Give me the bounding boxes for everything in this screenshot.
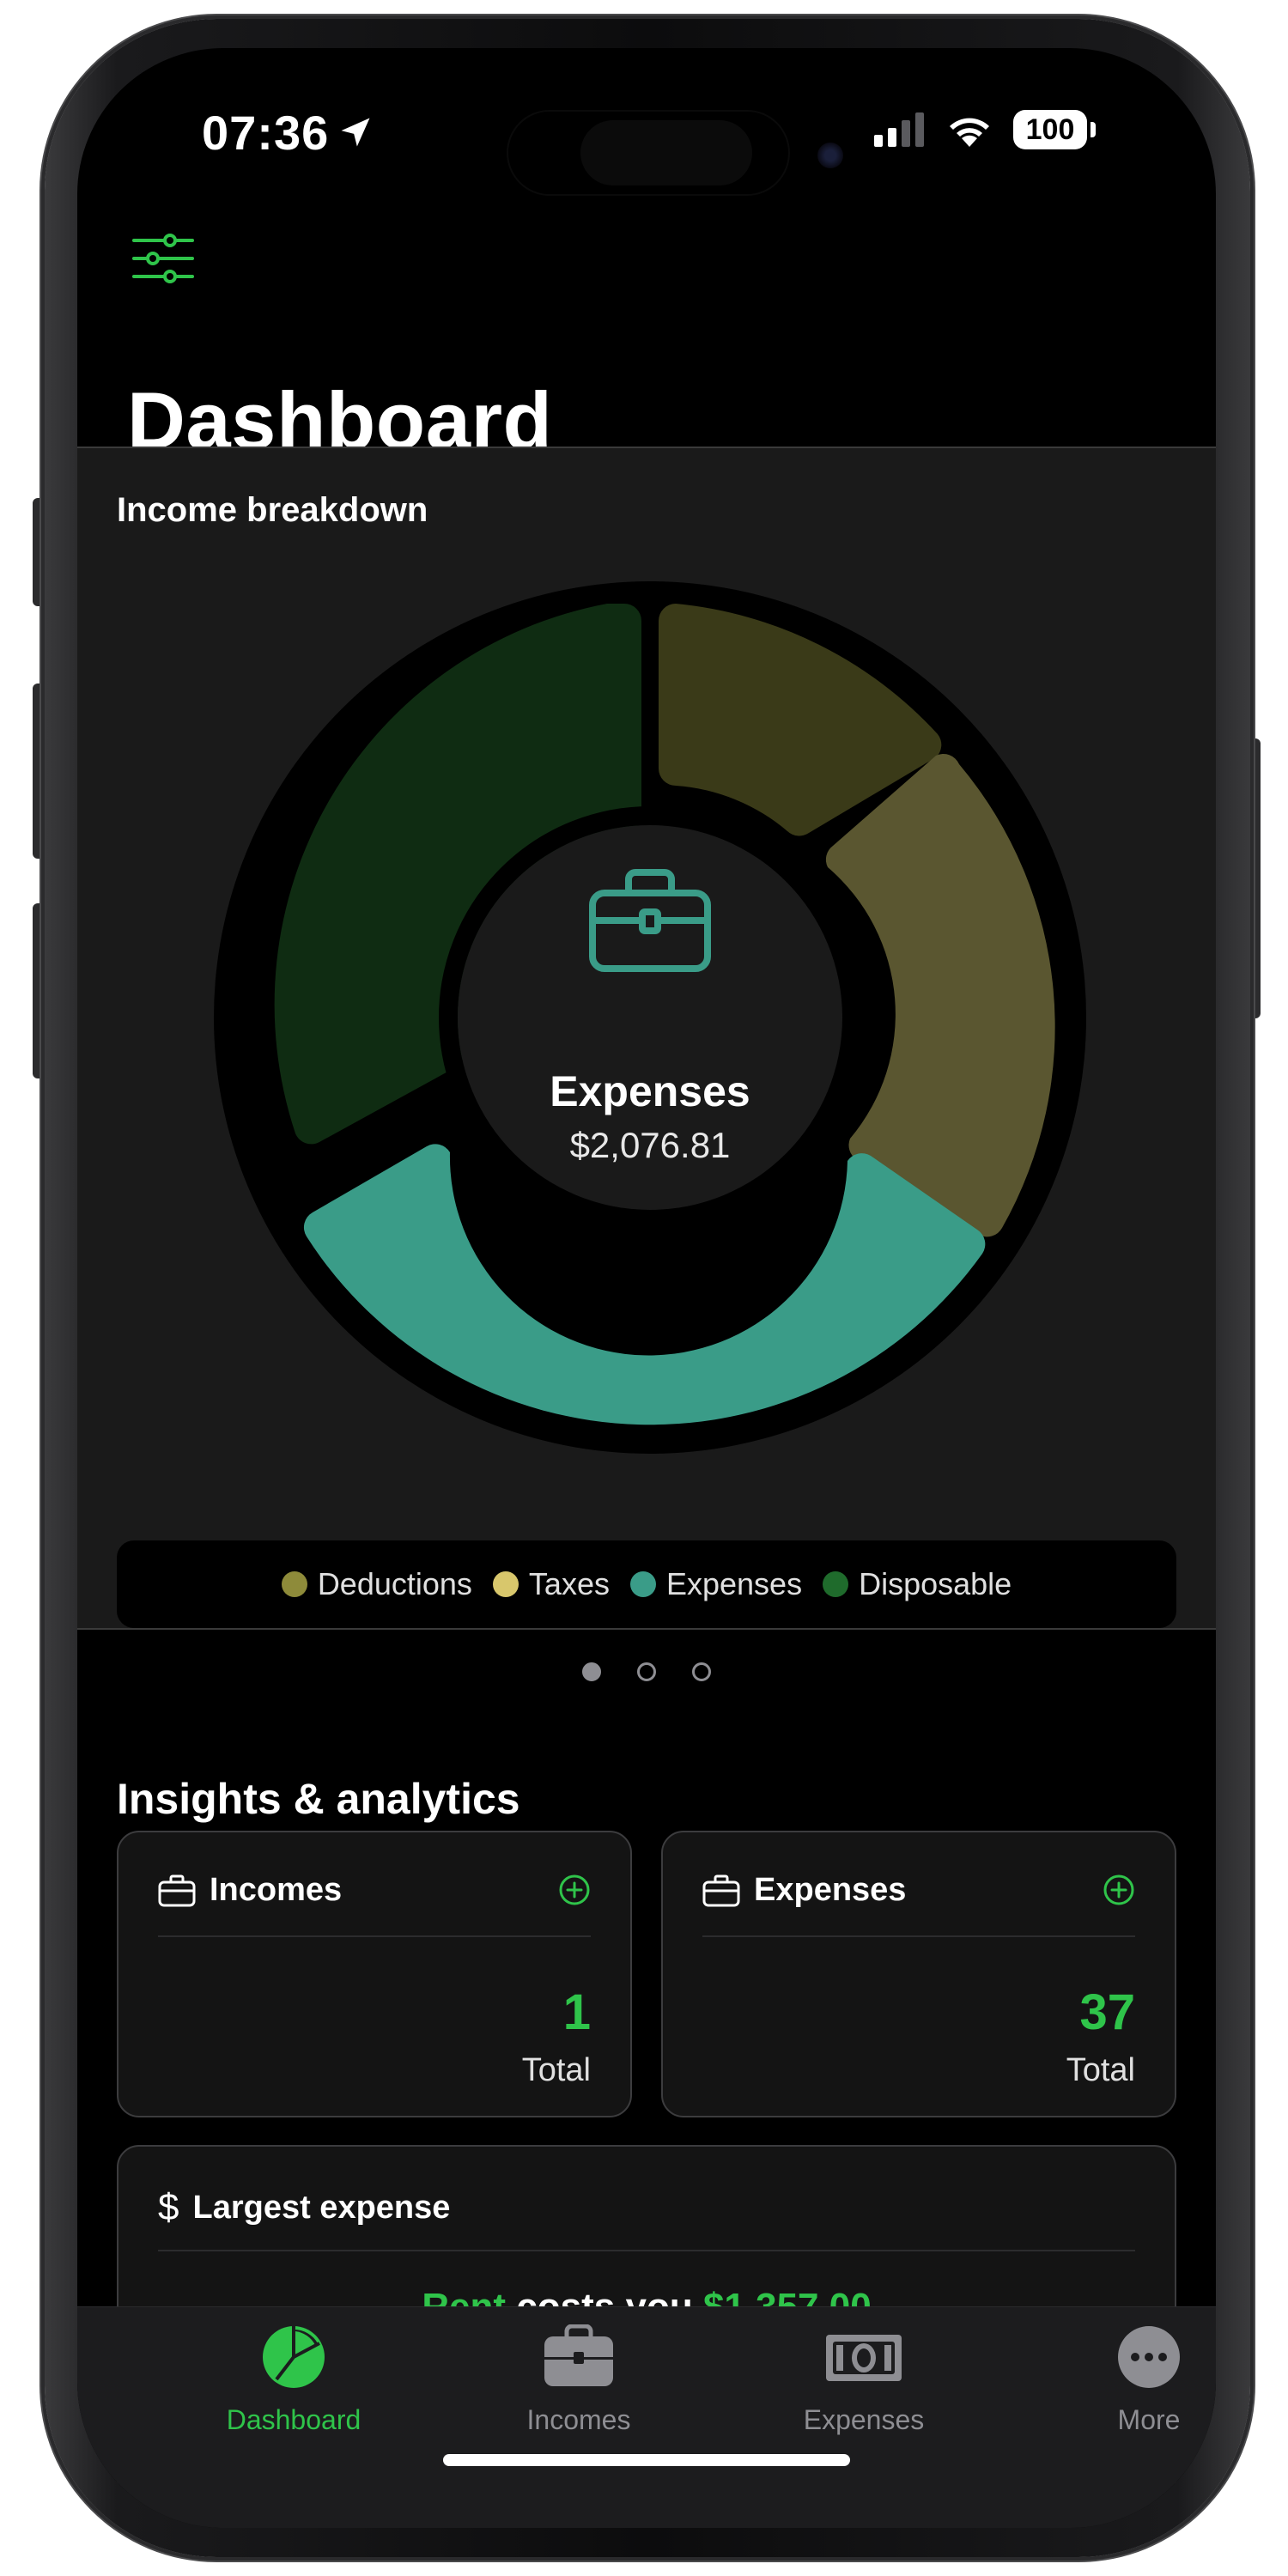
status-indicators: 100 [874, 110, 1096, 149]
insights-title: Insights & analytics [117, 1775, 520, 1823]
tab-label: Expenses [803, 2404, 925, 2435]
legend-label: Expenses [665, 1566, 803, 1601]
tab-incomes[interactable]: Incomes [467, 2324, 690, 2436]
legend-item-taxes[interactable]: Taxes [492, 1566, 610, 1602]
location-arrow-icon [341, 118, 370, 147]
incomes-total-caption: Total [521, 2052, 591, 2088]
largest-expense-label: Largest expense [192, 2189, 451, 2226]
income-donut-chart[interactable] [208, 575, 1092, 1460]
divider [158, 1935, 591, 1937]
tab-label: Dashboard [226, 2404, 361, 2435]
income-breakdown-title: Income breakdown [117, 491, 428, 529]
divider [702, 1935, 1135, 1937]
legend-dot-deductions [281, 1571, 307, 1597]
home-indicator[interactable] [443, 2454, 850, 2466]
add-expense-icon[interactable] [1103, 1874, 1135, 1906]
legend-dot-expenses [629, 1571, 656, 1597]
tab-dashboard[interactable]: Dashboard [182, 2324, 405, 2436]
tab-bar: Dashboard Incomes Expenses More [77, 2306, 1216, 2528]
dynamic-island-sensor [580, 120, 752, 185]
tab-label: Incomes [526, 2404, 631, 2435]
pie-chart-icon [263, 2326, 325, 2388]
chart-legend: Deductions Taxes Expenses Disposable [117, 1540, 1176, 1628]
legend-item-deductions[interactable]: Deductions [281, 1566, 472, 1602]
cellular-signal-icon [874, 112, 924, 147]
legend-label: Deductions [317, 1566, 472, 1601]
expenses-stat-label: Expenses [754, 1872, 907, 1908]
divider [158, 2250, 1135, 2251]
dollar-icon: $ [158, 2186, 179, 2228]
expenses-total-caption: Total [1066, 2052, 1135, 2088]
tab-more[interactable]: More [1037, 2324, 1216, 2436]
legend-item-expenses[interactable]: Expenses [629, 1566, 803, 1602]
page-dot-1[interactable] [582, 1662, 601, 1681]
wifi-icon [950, 118, 989, 147]
ellipsis-circle-icon [1118, 2326, 1180, 2388]
phone-screen: 07:36 100 Dashboard Income breakdown Exp… [77, 48, 1216, 2528]
banknote-icon [826, 2335, 902, 2381]
briefcase-icon [702, 1874, 740, 1906]
tab-expenses[interactable]: Expenses [752, 2324, 975, 2436]
expenses-stat-card[interactable]: Expenses 37 Total [661, 1831, 1176, 2117]
legend-dot-disposable [823, 1571, 849, 1597]
expenses-total-value: 37 [1079, 1984, 1135, 2040]
page-indicator[interactable] [77, 1662, 1216, 1681]
income-breakdown-card[interactable]: Income breakdown Expenses $2,076.81 Dedu… [77, 447, 1216, 1630]
incomes-stat-card[interactable]: Incomes 1 Total [117, 1831, 632, 2117]
legend-item-disposable[interactable]: Disposable [823, 1566, 1012, 1602]
legend-dot-taxes [492, 1571, 519, 1597]
incomes-total-value: 1 [562, 1984, 591, 2040]
sliders-icon[interactable] [131, 228, 196, 289]
briefcase-icon [544, 2324, 613, 2386]
add-income-icon[interactable] [558, 1874, 591, 1906]
donut-center-label: Expenses [550, 1067, 750, 1115]
battery-indicator: 100 [1013, 110, 1096, 149]
briefcase-icon [158, 1874, 196, 1906]
page-dot-3[interactable] [692, 1662, 711, 1681]
donut-center-value: $2,076.81 [569, 1125, 731, 1165]
status-time: 07:36 [202, 106, 330, 160]
page-dot-2[interactable] [637, 1662, 656, 1681]
front-camera [817, 143, 843, 168]
tab-label: More [1117, 2404, 1181, 2435]
legend-label: Taxes [528, 1566, 610, 1601]
legend-label: Disposable [859, 1566, 1012, 1601]
incomes-stat-label: Incomes [210, 1872, 343, 1908]
